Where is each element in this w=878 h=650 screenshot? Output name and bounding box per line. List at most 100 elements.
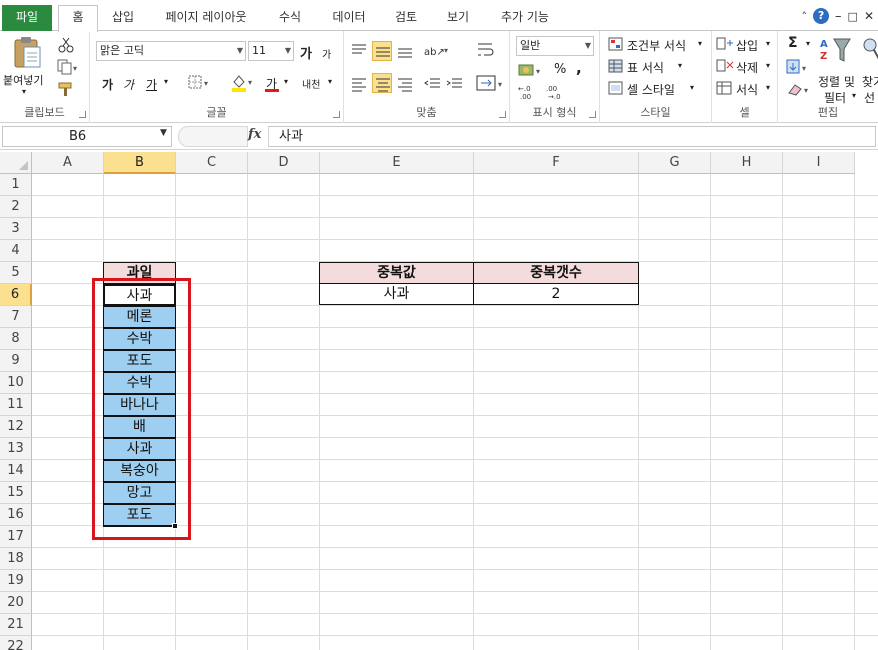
tab-page-layout[interactable]: 페이지 레이아웃 xyxy=(156,6,256,31)
font-name-dropdown-icon[interactable]: ▼ xyxy=(237,42,243,60)
cut-icon[interactable] xyxy=(58,37,74,53)
row-header[interactable]: 6 xyxy=(0,284,32,306)
increase-indent-icon[interactable] xyxy=(446,75,464,93)
format-cells-icon[interactable] xyxy=(716,81,734,95)
bold-button[interactable]: 가 xyxy=(102,76,113,93)
row-header[interactable]: 16 xyxy=(0,504,32,526)
grow-font-button[interactable]: 가 xyxy=(300,43,312,62)
phonetic-dropdown-icon[interactable]: ▾ xyxy=(328,77,332,86)
shrink-font-button[interactable]: 가 xyxy=(322,46,331,61)
select-all-button[interactable] xyxy=(0,152,32,174)
restore-icon[interactable]: □ xyxy=(848,10,858,23)
font-launcher-icon[interactable] xyxy=(333,111,340,118)
find-select-icon[interactable] xyxy=(862,35,878,65)
clipboard-launcher-icon[interactable] xyxy=(79,111,86,118)
font-size-combo[interactable]: 11 ▼ xyxy=(248,41,294,61)
collapse-ribbon-icon[interactable]: ˄ xyxy=(802,10,808,23)
cell-styles-button[interactable]: 셀 스타일 xyxy=(627,81,675,98)
sort-filter-icon[interactable]: AZ xyxy=(818,35,852,65)
row-header[interactable]: 3 xyxy=(0,218,32,240)
dup-count-header[interactable]: 중복갯수 xyxy=(473,262,639,284)
row-header[interactable]: 1 xyxy=(0,174,32,196)
wrap-text-icon[interactable] xyxy=(476,39,496,61)
format-as-table-icon[interactable] xyxy=(608,59,624,73)
format-cells-button[interactable]: 서식 xyxy=(736,81,758,98)
dup-value-cell[interactable]: 사과 xyxy=(319,283,474,305)
row-header[interactable]: 19 xyxy=(0,570,32,592)
row-header[interactable]: 5 xyxy=(0,262,32,284)
phonetic-button[interactable]: 내천 xyxy=(302,76,320,91)
row-header[interactable]: 12 xyxy=(0,416,32,438)
borders-icon[interactable]: ▾ xyxy=(188,75,212,91)
column-header[interactable]: B xyxy=(104,152,176,174)
underline-button[interactable]: 가 xyxy=(146,76,157,93)
dup-count-cell[interactable]: 2 xyxy=(473,283,639,305)
cell-styles-icon[interactable] xyxy=(608,81,624,95)
insert-function-icon[interactable]: fx xyxy=(248,127,261,142)
comma-button[interactable]: , xyxy=(576,59,582,77)
insert-cells-icon[interactable] xyxy=(716,37,734,51)
column-header[interactable]: F xyxy=(474,152,639,174)
fill-color-icon[interactable]: ▾ xyxy=(230,73,256,93)
sort-filter-dropdown-icon[interactable]: ▾ xyxy=(852,91,856,100)
row-header[interactable]: 9 xyxy=(0,350,32,372)
currency-icon[interactable]: ▾ xyxy=(518,61,546,79)
insert-cells-button[interactable]: 삽입 xyxy=(736,37,758,54)
format-cells-dropdown-icon[interactable]: ▾ xyxy=(766,83,770,92)
row-header[interactable]: 4 xyxy=(0,240,32,262)
autosum-icon[interactable]: Σ xyxy=(788,35,798,51)
percent-button[interactable]: % xyxy=(554,62,566,77)
row-header[interactable]: 22 xyxy=(0,636,32,650)
find-select-label-1[interactable]: 찾기 xyxy=(862,73,878,90)
format-as-table-button[interactable]: 표 서식 xyxy=(627,59,664,76)
format-painter-icon[interactable] xyxy=(57,81,75,97)
fill-icon[interactable]: ▾ xyxy=(786,59,810,75)
formula-bar-splitter[interactable] xyxy=(178,126,248,147)
tab-review[interactable]: 검토 xyxy=(388,6,424,31)
paste-dropdown-icon[interactable]: ▾ xyxy=(22,87,26,96)
column-header[interactable]: G xyxy=(639,152,711,174)
column-header[interactable]: A xyxy=(32,152,104,174)
tab-data[interactable]: 데이터 xyxy=(325,6,373,31)
paste-button-label[interactable]: 붙여넣기 xyxy=(3,72,43,88)
insert-cells-dropdown-icon[interactable]: ▾ xyxy=(766,39,770,48)
delete-cells-dropdown-icon[interactable]: ▾ xyxy=(766,61,770,70)
tab-addins[interactable]: 추가 기능 xyxy=(492,6,558,31)
orientation-icon[interactable]: ab↗ ▾ xyxy=(424,41,450,59)
row-header[interactable]: 7 xyxy=(0,306,32,328)
conditional-format-button[interactable]: 조건부 서식 xyxy=(627,37,686,54)
underline-dropdown-icon[interactable]: ▾ xyxy=(164,77,168,86)
font-size-dropdown-icon[interactable]: ▼ xyxy=(285,42,291,60)
number-format-dropdown-icon[interactable]: ▼ xyxy=(585,37,591,55)
dup-value-header[interactable]: 중복값 xyxy=(319,262,474,284)
row-header[interactable]: 2 xyxy=(0,196,32,218)
column-header[interactable]: E xyxy=(320,152,474,174)
align-middle-icon[interactable] xyxy=(372,41,392,61)
row-header[interactable]: 17 xyxy=(0,526,32,548)
column-header[interactable]: D xyxy=(248,152,320,174)
delete-cells-icon[interactable] xyxy=(716,59,734,73)
italic-button[interactable]: 가 xyxy=(123,76,134,93)
copy-icon[interactable]: ▾ xyxy=(57,59,79,75)
column-header[interactable]: I xyxy=(783,152,855,174)
row-header[interactable]: 15 xyxy=(0,482,32,504)
font-name-combo[interactable]: 맑은 고딕 ▼ xyxy=(96,41,246,61)
font-color-dropdown-icon[interactable]: ▾ xyxy=(284,77,288,86)
paste-icon[interactable] xyxy=(12,35,42,69)
increase-decimal-icon[interactable]: ←.0.00 xyxy=(518,83,544,101)
help-icon[interactable]: ? xyxy=(813,8,830,24)
number-format-combo[interactable]: 일반 ▼ xyxy=(516,36,594,56)
formula-input[interactable]: 사과 xyxy=(268,126,876,147)
merge-center-icon[interactable]: ▾ xyxy=(476,73,506,93)
column-header[interactable]: H xyxy=(711,152,783,174)
sort-filter-label-1[interactable]: 정렬 및 xyxy=(818,73,855,90)
row-header[interactable]: 14 xyxy=(0,460,32,482)
decrease-indent-icon[interactable] xyxy=(424,75,442,93)
tab-home[interactable]: 홈 xyxy=(58,5,98,32)
column-header[interactable]: C xyxy=(176,152,248,174)
minimize-icon[interactable]: – xyxy=(835,9,842,24)
worksheet-grid[interactable]: ABCDEFGHI 1 2 3 4 5 6 7 8 9 10 11 12 13 14 15 16 17 18 19 2… xyxy=(0,152,878,650)
conditional-format-icon[interactable] xyxy=(608,37,624,51)
align-bottom-icon[interactable] xyxy=(396,41,414,59)
name-box-dropdown-icon[interactable]: ▼ xyxy=(160,128,167,138)
